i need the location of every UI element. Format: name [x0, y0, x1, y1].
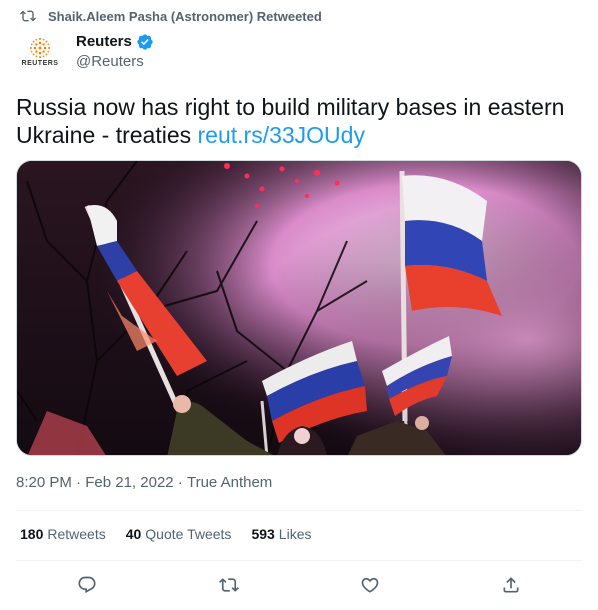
divider	[16, 510, 582, 511]
author-handle[interactable]: @Reuters	[76, 52, 154, 72]
tweet-source[interactable]: True Anthem	[187, 474, 272, 491]
quote-tweets-count: 40	[125, 526, 142, 542]
retweeted-by-banner[interactable]: Shaik.Aleem Pasha (Astronomer) Retweeted	[20, 6, 322, 26]
likes-count: 593	[251, 526, 275, 542]
tweet-actions-bar	[0, 568, 598, 604]
retweet-icon	[219, 578, 239, 592]
flags-photo-image	[17, 161, 581, 455]
tweet-date[interactable]: Feb 21, 2022	[85, 474, 173, 491]
tweet-timestamp: 8:20 PM · Feb 21, 2022 · True Anthem	[16, 474, 272, 491]
verified-badge-icon	[136, 33, 154, 51]
tweet-author: REUTERS Reuters @Reuters	[20, 28, 154, 76]
reply-icon	[78, 576, 96, 594]
divider	[16, 560, 582, 561]
tweet-stats: 180 Retweets 40 Quote Tweets 593 Likes	[20, 526, 331, 542]
retweeted-by-text: Shaik.Aleem Pasha (Astronomer) Retweeted	[48, 8, 322, 24]
retweets-label: Retweets	[47, 526, 106, 542]
likes-stat[interactable]: 593 Likes	[251, 526, 311, 542]
tweet-time[interactable]: 8:20 PM	[16, 474, 72, 491]
avatar-logo-text: REUTERS	[21, 60, 59, 67]
quote-tweets-label: Quote Tweets	[145, 526, 232, 542]
reuters-logo-icon	[29, 37, 51, 59]
retweet-button[interactable]	[218, 574, 240, 596]
retweets-count: 180	[20, 526, 44, 542]
like-icon	[361, 577, 379, 593]
meta-separator: ·	[71, 474, 86, 491]
reply-button[interactable]	[76, 574, 98, 596]
quote-tweets-stat[interactable]: 40 Quote Tweets	[126, 526, 232, 542]
share-button[interactable]	[500, 574, 522, 596]
retweets-stat[interactable]: 180 Retweets	[20, 526, 106, 542]
tweet-photo[interactable]	[16, 160, 582, 456]
likes-label: Likes	[278, 526, 312, 542]
author-name[interactable]: Reuters	[76, 32, 132, 52]
retweet-icon	[20, 8, 36, 24]
like-button[interactable]	[359, 574, 381, 596]
meta-separator-2: ·	[173, 474, 187, 491]
tweet-text: Russia now has right to build military b…	[16, 93, 586, 149]
share-icon	[503, 577, 519, 593]
avatar[interactable]: REUTERS	[20, 32, 60, 72]
tweet-link[interactable]: reut.rs/33JOUdy	[198, 122, 365, 148]
